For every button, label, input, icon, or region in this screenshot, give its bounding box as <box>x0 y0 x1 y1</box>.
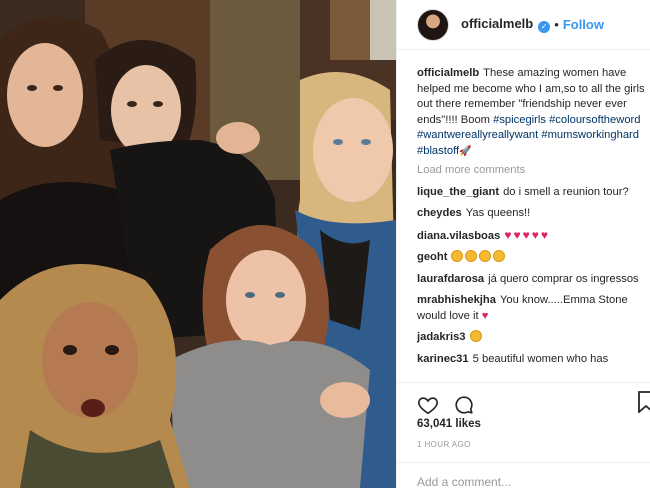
bookmark-icon[interactable] <box>637 391 650 413</box>
comment-username[interactable]: mrabhishekjha <box>417 294 496 306</box>
post-actions-bar <box>397 382 650 418</box>
post-side-panel: officialmelb ✓ • Follow officialmelb These… <box>396 0 650 488</box>
post-caption: officialmelb These amazing women have hel… <box>417 66 645 159</box>
comment-text: do i smell a reunion tour? <box>503 185 629 198</box>
heart-emoji-icon: ♥ <box>481 309 489 322</box>
comment-text: já quero comprar os ingressos <box>488 272 639 285</box>
caption-username[interactable]: officialmelb <box>417 67 479 79</box>
post-timestamp[interactable]: 1 HOUR AGO <box>417 440 471 449</box>
hashtag-link[interactable]: #spicegirls <box>493 114 546 126</box>
group-selfie-image <box>0 0 396 488</box>
post-photo[interactable] <box>0 0 396 488</box>
comments-section: officialmelb These amazing women have hel… <box>417 66 645 370</box>
smile-emoji-icon <box>493 250 506 262</box>
comment-item: lique_the_giant do i smell a reunion tour… <box>417 185 645 201</box>
avatar[interactable] <box>417 8 449 41</box>
comment-item: diana.vilasboas ♥♥♥♥♥ <box>417 228 645 245</box>
comment-input[interactable] <box>417 475 637 488</box>
comment-username[interactable]: laurafdarosa <box>417 273 484 285</box>
header-username[interactable]: officialmelb ✓ <box>461 16 551 33</box>
hearts-emoji: ♥♥♥♥♥ <box>504 227 550 242</box>
comment-text: Yas queens!! <box>465 207 531 219</box>
likes-count[interactable]: 63,041 likes <box>417 418 481 430</box>
rocket-emoji-icon: 🚀 <box>459 145 472 157</box>
comment-username[interactable]: geoht <box>417 251 447 263</box>
follow-button[interactable]: Follow <box>563 17 604 32</box>
heart-outline-icon[interactable] <box>417 394 439 416</box>
separator-dot: • <box>554 17 559 32</box>
post-header: officialmelb ✓ • Follow <box>397 0 650 50</box>
smile-emoji-icon <box>465 250 478 262</box>
comment-item: geoht <box>417 250 645 266</box>
verified-badge-icon: ✓ <box>538 21 551 33</box>
smile-emoji-icon <box>451 250 464 262</box>
comment-item: laurafdarosa já quero comprar os ingresso… <box>417 272 645 288</box>
heart-eyes-emoji-icon <box>469 330 482 342</box>
comment-username[interactable]: cheydes <box>417 207 462 219</box>
smile-emoji-icon <box>479 250 492 262</box>
comment-item: jadakris3 <box>417 330 645 346</box>
comment-item: karinec31 5 beautiful women who has <box>417 352 645 364</box>
hashtag-link[interactable]: #mumsworkinghard <box>541 129 639 141</box>
hashtag-link[interactable]: #coloursoftheword <box>549 114 640 126</box>
load-more-comments-link[interactable]: Load more comments <box>417 163 645 179</box>
hashtag-link[interactable]: #wantwereallyreallywant <box>417 129 538 141</box>
speech-bubble-icon[interactable] <box>453 394 475 416</box>
comment-text: 5 beautiful women who has <box>472 352 609 364</box>
comment-item: cheydes Yas queens!! <box>417 206 645 222</box>
comment-username[interactable]: karinec31 <box>417 353 469 364</box>
hashtag-link[interactable]: #blastoff <box>417 145 459 157</box>
comment-username[interactable]: lique_the_giant <box>417 186 499 198</box>
comment-username[interactable]: jadakris3 <box>417 331 466 343</box>
comment-item: mrabhishekjha You know.....Emma Stone wou… <box>417 293 645 324</box>
add-comment-bar <box>397 462 650 488</box>
comment-username[interactable]: diana.vilasboas <box>417 230 500 242</box>
